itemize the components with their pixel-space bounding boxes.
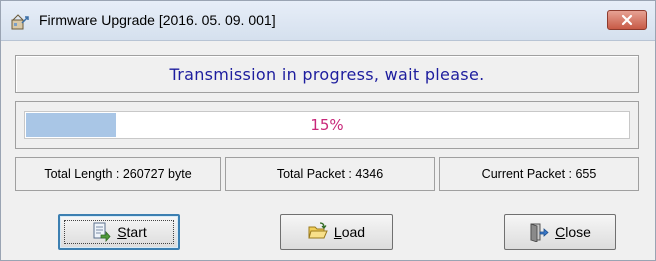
stats-row: Total Length : 260727 byte Total Packet … — [15, 157, 639, 191]
progress-bar: 15% — [24, 111, 630, 139]
folder-open-icon — [308, 222, 328, 242]
total-length-stat: Total Length : 260727 byte — [15, 157, 221, 191]
status-message: Transmission in progress, wait please. — [169, 64, 485, 84]
close-icon — [621, 14, 633, 26]
load-button-label: Load — [333, 224, 366, 240]
document-arrow-icon — [91, 222, 111, 242]
exit-door-icon — [529, 222, 549, 242]
start-button[interactable]: Start — [58, 214, 180, 250]
window-close-button[interactable] — [607, 10, 647, 30]
progress-percent: 15% — [310, 116, 344, 134]
title-bar[interactable]: Firmware Upgrade [2016. 05. 09. 001] — [1, 1, 655, 41]
close-button[interactable]: Close — [504, 214, 616, 250]
firmware-app-icon — [11, 14, 29, 30]
window-title: Firmware Upgrade [2016. 05. 09. 001] — [39, 12, 276, 28]
progress-panel: 15% — [15, 101, 639, 149]
close-button-label: Close — [555, 224, 591, 240]
firmware-upgrade-window: Firmware Upgrade [2016. 05. 09. 001] Tra… — [0, 0, 656, 261]
load-button[interactable]: Load — [280, 214, 393, 250]
total-packet-stat: Total Packet : 4346 — [225, 157, 435, 191]
start-button-label: Start — [117, 224, 147, 240]
status-panel: Transmission in progress, wait please. — [15, 55, 639, 93]
current-packet-stat: Current Packet : 655 — [439, 157, 639, 191]
